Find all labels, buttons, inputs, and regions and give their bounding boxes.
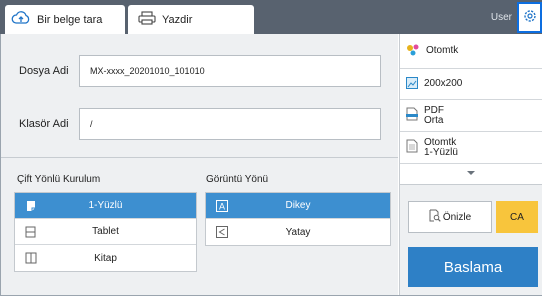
folder-label: Klasör Adi	[19, 118, 69, 130]
duplex-option-book[interactable]: Kitap	[15, 245, 196, 271]
orientation-option-label: Dikey	[285, 200, 311, 211]
user-label: User	[490, 12, 512, 23]
filename-input[interactable]: MX-xxxx_20201010_101010	[79, 55, 381, 87]
tablet-pages-icon	[25, 225, 37, 239]
resolution-setting[interactable]: 200x200	[400, 69, 542, 100]
tab-print[interactable]: Yazdir	[128, 5, 254, 34]
clear-all-button-label: CA	[510, 211, 524, 223]
duplex-option-label: 1-Yüzlü	[88, 200, 123, 211]
tab-scan[interactable]: Bir belge tara	[5, 5, 125, 34]
start-button-label: Baslama	[443, 258, 503, 276]
section-divider	[1, 157, 398, 158]
original-size-line1: Otomtk	[424, 136, 457, 148]
cloud-upload-icon	[11, 11, 31, 28]
portrait-icon: A	[216, 199, 228, 213]
settings-side-panel: Otomtk 200x200 PDF Orta Otomtk 1-Yüzlü	[399, 34, 542, 184]
tab-print-label: Yazdir	[162, 13, 193, 26]
start-button[interactable]: Baslama	[408, 247, 538, 287]
preview-button-label: Önizle	[442, 211, 472, 223]
duplex-option-list: 1-Yüzlü Tablet Kitap	[14, 192, 197, 272]
orientation-option-label: Yatay	[285, 226, 311, 238]
landscape-icon	[216, 225, 228, 239]
file-format-compression: Orta	[424, 114, 444, 126]
folder-input[interactable]: /	[79, 108, 381, 140]
duplex-option-label: Kitap	[94, 252, 117, 264]
chevron-down-icon	[466, 167, 476, 179]
file-format-icon	[406, 107, 418, 124]
duplex-option-1-sided[interactable]: 1-Yüzlü	[15, 193, 196, 219]
resolution-icon	[406, 76, 418, 92]
file-format-value: PDF Orta	[424, 104, 444, 126]
document-icon	[406, 139, 418, 156]
orientation-option-list: A Dikey Yatay	[205, 192, 391, 246]
color-mode-value: Otomtk	[426, 45, 459, 56]
preview-button[interactable]: Önizle	[408, 201, 492, 233]
duplex-section-title: Çift Yönlü Kurulum	[17, 174, 101, 185]
book-pages-icon	[25, 251, 37, 265]
orientation-option-landscape[interactable]: Yatay	[206, 219, 390, 245]
original-size-value: Otomtk 1-Yüzlü	[424, 136, 458, 158]
top-bar: Bir belge tara Yazdir User	[0, 0, 542, 34]
original-size-setting[interactable]: Otomtk 1-Yüzlü	[400, 132, 542, 164]
file-format-type: PDF	[424, 104, 444, 116]
printer-icon	[138, 11, 156, 28]
clear-all-button[interactable]: CA	[496, 201, 538, 233]
resolution-value: 200x200	[424, 78, 463, 89]
duplex-option-tablet[interactable]: Tablet	[15, 219, 196, 245]
main-panel: Dosya Adi MX-xxxx_20201010_101010 Klasör…	[1, 34, 398, 295]
svg-text:A: A	[219, 202, 225, 212]
filename-label: Dosya Adi	[19, 65, 69, 77]
more-settings-button[interactable]	[400, 165, 542, 181]
file-format-setting[interactable]: PDF Orta	[400, 100, 542, 132]
tab-scan-label: Bir belge tara	[37, 13, 103, 26]
color-dots-icon	[406, 44, 420, 59]
duplex-option-label: Tablet	[92, 226, 119, 237]
orientation-option-portrait[interactable]: A Dikey	[206, 193, 390, 219]
gear-icon	[522, 8, 538, 27]
single-page-icon	[25, 199, 37, 213]
settings-button[interactable]	[517, 2, 542, 33]
magnifier-page-icon	[429, 209, 441, 225]
color-mode-setting[interactable]: Otomtk	[400, 34, 542, 69]
action-area: Önizle CA Baslama	[399, 184, 542, 295]
original-size-line2: 1-Yüzlü	[424, 146, 458, 158]
orientation-section-title: Görüntü Yönü	[206, 174, 269, 185]
